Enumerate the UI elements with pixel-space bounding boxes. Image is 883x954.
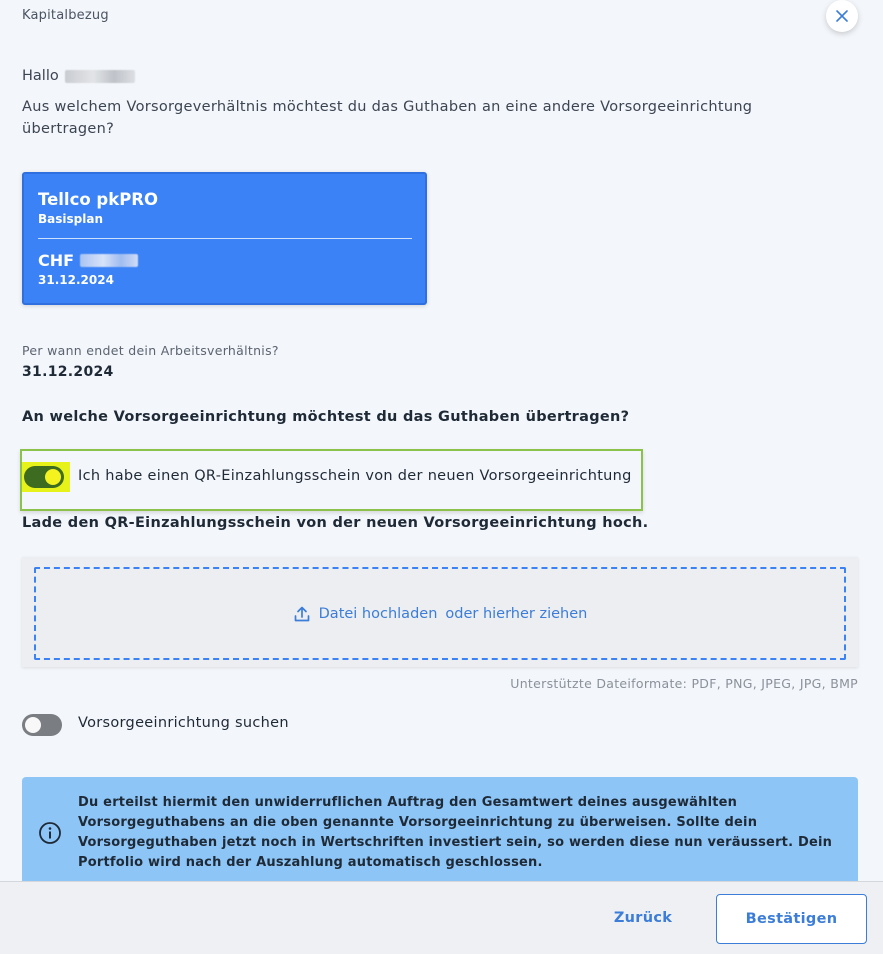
search-toggle-label: Vorsorgeeinrichtung suchen: [78, 715, 289, 731]
file-dropzone[interactable]: Datei hochladen oder hierher ziehen: [34, 567, 846, 660]
qr-toggle-row: Ich habe einen QR-Einzahlungsschein von …: [20, 449, 643, 511]
transfer-question: Aus welchem Vorsorgeverhältnis möchtest …: [22, 99, 753, 137]
info-box: Du erteilst hiermit den unwiderruflichen…: [22, 777, 858, 887]
supported-formats: Unterstützte Dateiformate: PDF, PNG, JPE…: [510, 676, 858, 691]
dialog-title: Kapitalbezug: [22, 8, 109, 23]
upload-icon: [294, 606, 309, 621]
account-name: Tellco pkPRO: [38, 190, 159, 209]
close-icon: [836, 10, 848, 22]
toggle-knob: [25, 717, 41, 733]
confirm-button[interactable]: Bestätigen: [716, 894, 867, 944]
upload-link[interactable]: Datei hochladen: [319, 606, 438, 622]
account-currency: CHF: [38, 251, 75, 270]
employment-end-value: 31.12.2024: [22, 364, 114, 380]
upload-area: Datei hochladen oder hierher ziehen: [22, 557, 858, 667]
account-amount: CHF: [38, 251, 139, 270]
redacted-user-name: [64, 69, 135, 83]
employment-end-label: Per wann endet dein Arbeitsverhältnis?: [22, 343, 279, 358]
greeting: Hallo: [22, 68, 135, 84]
toggle-knob: [45, 469, 61, 485]
account-card[interactable]: Tellco pkPRO Basisplan CHF 31.12.2024: [22, 172, 427, 305]
qr-toggle-switch[interactable]: [24, 466, 64, 488]
account-plan: Basisplan: [38, 212, 103, 226]
info-text: Du erteilst hiermit den unwiderruflichen…: [78, 795, 833, 870]
close-button[interactable]: [826, 0, 858, 32]
dialog-footer: Zurück Bestätigen: [0, 881, 883, 954]
back-button[interactable]: Zurück: [600, 898, 686, 938]
drag-hint: oder hierher ziehen: [445, 605, 588, 622]
account-date: 31.12.2024: [38, 273, 114, 287]
greeting-text: Hallo: [22, 68, 59, 84]
target-heading: An welche Vorsorgeeinrichtung möchtest d…: [22, 409, 630, 425]
qr-toggle-label: Ich habe einen QR-Einzahlungsschein von …: [78, 468, 632, 484]
search-toggle-switch[interactable]: [22, 714, 62, 736]
card-divider: [38, 238, 412, 239]
redacted-amount: [80, 254, 139, 267]
info-icon: [39, 822, 61, 844]
upload-instruction: Lade den QR-Einzahlungsschein von der ne…: [22, 515, 649, 531]
